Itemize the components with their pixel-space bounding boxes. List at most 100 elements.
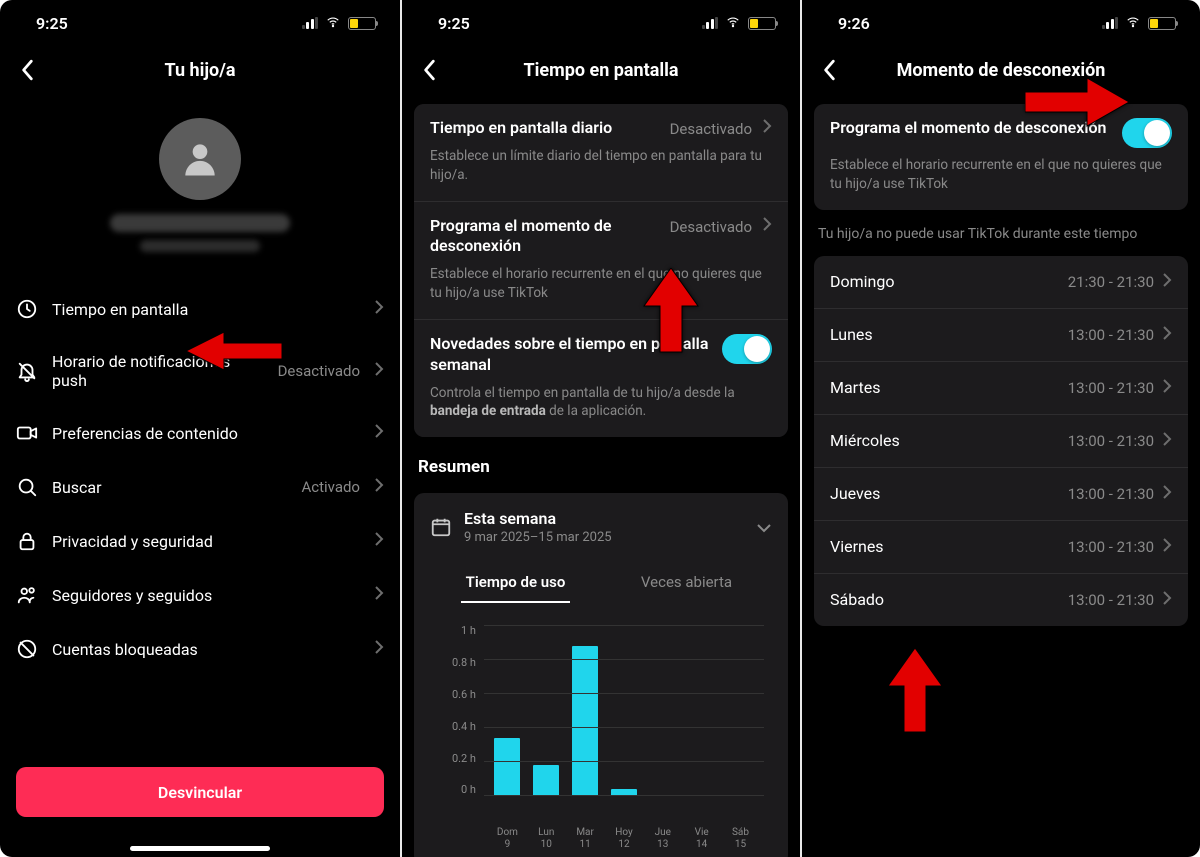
chevron-right-icon (374, 477, 384, 497)
day-row[interactable]: Sábado 13:00 - 21:30 (814, 573, 1188, 626)
day-time: 13:00 - 21:30 (1068, 432, 1154, 450)
back-button[interactable] (816, 56, 844, 84)
wifi-icon (324, 14, 342, 33)
status-time: 9:25 (438, 14, 470, 33)
setting-label: Horario de notificaciones push (52, 352, 264, 390)
schedule-downtime-card: Programa el momento de desconexión Estab… (814, 104, 1188, 210)
setting-label: Preferencias de contenido (52, 424, 360, 443)
screen-family-settings: 9:25 Tu hijo/a Tiempo en pantalla (0, 0, 400, 857)
back-button[interactable] (14, 56, 42, 84)
schedule-downtime-toggle[interactable] (1122, 118, 1172, 148)
avatar[interactable] (159, 118, 241, 200)
setting-row-ban[interactable]: Cuentas bloqueadas (16, 622, 384, 676)
cellular-icon (1102, 17, 1119, 29)
y-tick: 0.4 h (438, 721, 484, 732)
chevron-right-icon (1162, 325, 1172, 345)
chevron-right-icon (1162, 431, 1172, 451)
status-bar: 9:26 (802, 0, 1200, 46)
week-label: Esta semana (464, 509, 744, 528)
wifi-icon (1124, 14, 1142, 33)
day-time: 13:00 - 21:30 (1068, 326, 1154, 344)
chevron-right-icon (374, 585, 384, 605)
x-tick: Lun10 (531, 827, 561, 851)
x-tick: Dom9 (492, 827, 522, 851)
x-tick: Hoy12 (609, 827, 639, 851)
chevron-right-icon (1162, 484, 1172, 504)
child-name-redacted (110, 214, 290, 232)
chevron-right-icon (374, 361, 384, 381)
page-title: Momento de desconexión (897, 60, 1106, 81)
day-row[interactable]: Jueves 13:00 - 21:30 (814, 467, 1188, 520)
setting-row-clock[interactable]: Tiempo en pantalla (16, 282, 384, 336)
screen-downtime-schedule: 9:26 Momento de desconexión Programa el … (800, 0, 1200, 857)
day-row[interactable]: Viernes 13:00 - 21:30 (814, 520, 1188, 573)
back-button[interactable] (416, 56, 444, 84)
setting-status: Desactivado (278, 362, 360, 380)
day-label: Miércoles (830, 431, 1068, 450)
week-selector[interactable]: Esta semana 9 mar 2025–15 mar 2025 (430, 507, 772, 549)
setting-row-people[interactable]: Seguidores y seguidos (16, 568, 384, 622)
summary-card: Esta semana 9 mar 2025–15 mar 2025 Tiemp… (414, 493, 788, 857)
card-description: Establece un límite diario del tiempo en… (430, 147, 772, 185)
chevron-right-icon (374, 299, 384, 319)
day-row[interactable]: Lunes 13:00 - 21:30 (814, 308, 1188, 361)
setting-label: Seguidores y seguidos (52, 586, 360, 605)
unlink-button[interactable]: Desvincular (16, 767, 384, 817)
x-tick: Sáb15 (725, 827, 755, 851)
day-row[interactable]: Martes 13:00 - 21:30 (814, 361, 1188, 414)
screen-screen-time: 9:25 Tiempo en pantalla Tiempo en pantal… (400, 0, 800, 857)
annotation-arrow (880, 648, 950, 734)
status-bar: 9:25 (402, 0, 800, 46)
chart-bar (533, 765, 559, 796)
ban-icon (16, 638, 38, 660)
x-tick: Jue13 (648, 827, 678, 851)
setting-status: Activado (301, 478, 360, 496)
people-icon (16, 584, 38, 606)
chevron-right-icon (1162, 537, 1172, 557)
card-status: Desactivado (670, 120, 752, 138)
status-time: 9:26 (838, 14, 870, 33)
card-description: Establece el horario recurrente en el qu… (430, 265, 772, 303)
day-label: Sábado (830, 590, 1068, 609)
daily-screen-time-row[interactable]: Tiempo en pantalla diario Desactivado Es… (414, 104, 788, 201)
calendar-icon (430, 516, 452, 538)
summary-header: Resumen (402, 437, 800, 483)
schedule-downtime-row[interactable]: Programa el momento de desconexión Desac… (414, 201, 788, 319)
card-title: Tiempo en pantalla diario (430, 118, 660, 139)
card-title: Programa el momento de desconexión (830, 118, 1112, 139)
unlink-label: Desvincular (158, 783, 242, 802)
week-range: 9 mar 2025–15 mar 2025 (464, 530, 744, 545)
search-icon (16, 476, 38, 498)
tab-times-opened[interactable]: Veces abierta (601, 561, 772, 603)
cellular-icon (702, 17, 719, 29)
status-bar: 9:25 (0, 0, 400, 46)
setting-row-lock[interactable]: Privacidad y seguridad (16, 514, 384, 568)
clock-icon (16, 298, 38, 320)
y-tick: 0.8 h (438, 657, 484, 668)
setting-label: Cuentas bloqueadas (52, 640, 360, 659)
profile-header (0, 94, 400, 282)
settings-card-group: Tiempo en pantalla diario Desactivado Es… (414, 104, 788, 437)
setting-row-bell-off[interactable]: Horario de notificaciones push Desactiva… (16, 336, 384, 406)
bell-off-icon (16, 360, 38, 382)
child-username-redacted (140, 240, 260, 252)
chevron-right-icon (1162, 590, 1172, 610)
chevron-down-icon (756, 518, 772, 537)
card-title: Novedades sobre el tiempo en pantalla se… (430, 334, 712, 376)
chart-bar (572, 646, 598, 796)
weekly-updates-toggle[interactable] (722, 334, 772, 364)
setting-row-search[interactable]: Buscar Activado (16, 460, 384, 514)
chevron-right-icon (762, 216, 772, 236)
y-tick: 0.6 h (438, 689, 484, 700)
setting-row-video[interactable]: Preferencias de contenido (16, 406, 384, 460)
tab-usage-time[interactable]: Tiempo de uso (430, 561, 601, 603)
day-schedule-list: Domingo 21:30 - 21:30 Lunes 13:00 - 21:3… (814, 256, 1188, 626)
day-label: Viernes (830, 537, 1068, 556)
x-tick: Vie14 (687, 827, 717, 851)
day-row[interactable]: Miércoles 13:00 - 21:30 (814, 414, 1188, 467)
day-label: Domingo (830, 272, 1068, 291)
day-time: 13:00 - 21:30 (1068, 485, 1154, 503)
nav-header: Momento de desconexión (802, 46, 1200, 94)
day-row[interactable]: Domingo 21:30 - 21:30 (814, 256, 1188, 308)
chevron-right-icon (374, 423, 384, 443)
